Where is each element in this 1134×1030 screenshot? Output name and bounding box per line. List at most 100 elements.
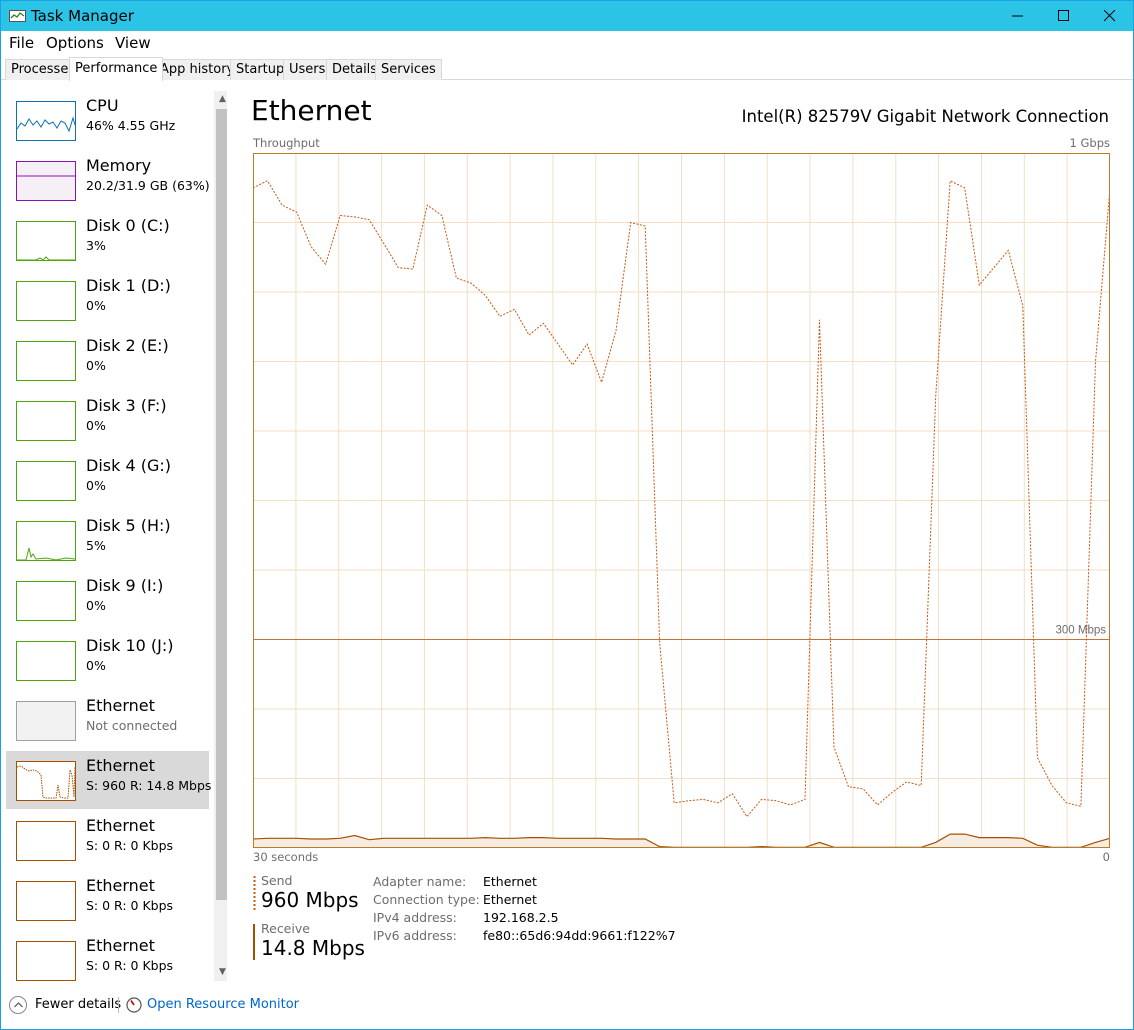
sidebar-item-value: S: 0 R: 0 Kbps [86,958,174,973]
scrollbar-thumb[interactable] [216,109,227,900]
performance-detail-pane: Ethernet Intel(R) 82579V Gigabit Network… [231,81,1133,981]
sidebar-item-ethernet-1[interactable]: Ethernet Not connected [6,691,209,749]
sidebar-item-value: 20.2/31.9 GB (63%) [86,178,210,193]
sidebar-item-disk-3-f[interactable]: Disk 3 (F:) 0% [6,391,209,449]
minimize-button[interactable] [995,1,1041,31]
receive-stat: Receive 14.8 Mbps [261,921,365,960]
tab-performance[interactable]: Performance [69,57,164,81]
sidebar-item-label: Ethernet [86,696,155,715]
sidebar-item-thumbnail [16,641,76,681]
sidebar-item-thumbnail [16,761,76,801]
ipv6-address-value: fe80::65d6:94dd:9661:f122%7 [483,928,676,943]
sidebar-item-thumbnail [16,881,76,921]
sidebar-scrollbar[interactable]: ▲ ▼ [214,91,227,981]
sidebar-item-label: Ethernet [86,936,155,955]
throughput-chart: 300 Mbps [253,153,1110,848]
sidebar-item-disk-5-h[interactable]: Disk 5 (H:) 5% [6,511,209,569]
sidebar-item-value: 0% [86,418,106,433]
sidebar-item-value: Not connected [86,718,178,733]
chart-top-right-label: 1 Gbps [1069,136,1110,150]
sidebar-item-value: 0% [86,598,106,613]
sidebar-item-label: Ethernet [86,756,155,775]
sidebar-item-thumbnail [16,341,76,381]
sidebar-item-label: Disk 4 (G:) [86,456,171,475]
sidebar-item-label: Memory [86,156,152,175]
sidebar-item-cpu[interactable]: CPU 46% 4.55 GHz [6,91,209,149]
sidebar-item-thumbnail [16,221,76,261]
sidebar-item-value: S: 0 R: 0 Kbps [86,898,174,913]
adapter-name-key: Adapter name: [373,874,467,889]
sidebar-item-value: 0% [86,658,106,673]
sidebar-item-value: 0% [86,298,106,313]
sidebar-item-thumbnail [16,401,76,441]
send-label: Send [261,873,293,888]
sidebar-item-ethernet-4[interactable]: Ethernet S: 0 R: 0 Kbps [6,871,209,929]
connection-type-key: Connection type: [373,892,480,907]
sidebar-item-thumbnail [16,821,76,861]
sidebar-item-disk-9-i[interactable]: Disk 9 (I:) 0% [6,571,209,629]
sidebar-item-value: S: 960 R: 14.8 Mbps [86,778,212,793]
open-resource-monitor-label: Open Resource Monitor [147,997,300,1012]
sidebar-item-label: Disk 10 (J:) [86,636,174,655]
chart-scale-marker-label: 300 Mbps [1055,625,1106,637]
sidebar-item-disk-4-g[interactable]: Disk 4 (G:) 0% [6,451,209,509]
sidebar-item-label: Disk 9 (I:) [86,576,164,595]
menu-view[interactable]: View [115,34,151,52]
ipv4-address-key: IPv4 address: [373,910,457,925]
sidebar-item-ethernet-2[interactable]: Ethernet S: 960 R: 14.8 Mbps [6,751,212,809]
tab-app-history[interactable]: App history [154,59,241,80]
task-manager-window: Task Manager File Options View Processes… [0,0,1134,1030]
sidebar-item-thumbnail [16,941,76,981]
menu-file[interactable]: File [9,34,34,52]
performance-sidebar: CPU 46% 4.55 GHz Memory 20.2/31.9 GB (63%) D… [6,91,227,981]
sidebar-item-thumbnail [16,161,76,201]
tab-startup[interactable]: Startup [230,59,291,80]
receive-legend-swatch [253,924,255,960]
adapter-name-title: Intel(R) 82579V Gigabit Network Connecti… [741,107,1109,126]
receive-label: Receive [261,921,310,936]
receive-value: 14.8 Mbps [261,936,365,960]
sidebar-item-ethernet-3[interactable]: Ethernet S: 0 R: 0 Kbps [6,811,209,869]
sidebar-item-thumbnail [16,581,76,621]
sidebar-item-label: Disk 2 (E:) [86,336,169,355]
tab-users[interactable]: Users [283,59,332,80]
sidebar-item-memory[interactable]: Memory 20.2/31.9 GB (63%) [6,151,210,209]
resource-monitor-icon [126,997,142,1013]
scroll-down-arrow-icon[interactable]: ▼ [214,964,227,981]
title-bar[interactable]: Task Manager [1,1,1133,31]
sidebar-item-disk-1-d[interactable]: Disk 1 (D:) 0% [6,271,209,329]
maximize-button[interactable] [1041,1,1087,31]
ipv6-address-key: IPv6 address: [373,928,457,943]
sidebar-item-label: Disk 5 (H:) [86,516,171,535]
sidebar-item-label: Disk 0 (C:) [86,216,170,235]
scroll-up-arrow-icon[interactable]: ▲ [214,91,227,108]
sidebar-item-thumbnail [16,461,76,501]
maximize-icon [1058,10,1069,21]
task-manager-app-icon [9,10,26,22]
sidebar-item-disk-10-j[interactable]: Disk 10 (J:) 0% [6,631,209,689]
sidebar-item-value: 5% [86,538,106,553]
window-title: Task Manager [31,7,134,25]
sidebar-item-label: Ethernet [86,876,155,895]
sidebar-item-value: 0% [86,358,106,373]
adapter-name-value: Ethernet [483,874,537,889]
chevron-up-circle-icon [9,996,27,1014]
sidebar-item-ethernet-5[interactable]: Ethernet S: 0 R: 0 Kbps [6,931,209,981]
sidebar-item-disk-2-e[interactable]: Disk 2 (E:) 0% [6,331,209,389]
sidebar-item-label: Disk 1 (D:) [86,276,171,295]
connection-type-value: Ethernet [483,892,537,907]
footer-bar: Fewer details Open Resource Monitor [1,991,1133,1021]
sidebar-item-label: Disk 3 (F:) [86,396,167,415]
sidebar-item-thumbnail [16,701,76,741]
send-stat: Send 960 Mbps [261,873,359,912]
sidebar-item-disk-0-c[interactable]: Disk 0 (C:) 3% [6,211,209,269]
sidebar-item-value: 46% 4.55 GHz [86,118,176,133]
tab-services[interactable]: Services [375,59,442,80]
close-button[interactable] [1087,1,1133,31]
close-icon [1104,10,1116,22]
sidebar-item-thumbnail [16,521,76,561]
sidebar-item-value: S: 0 R: 0 Kbps [86,838,174,853]
sidebar-item-label: CPU [86,96,119,115]
menu-options[interactable]: Options [46,34,104,52]
footer-separator [118,997,119,1013]
